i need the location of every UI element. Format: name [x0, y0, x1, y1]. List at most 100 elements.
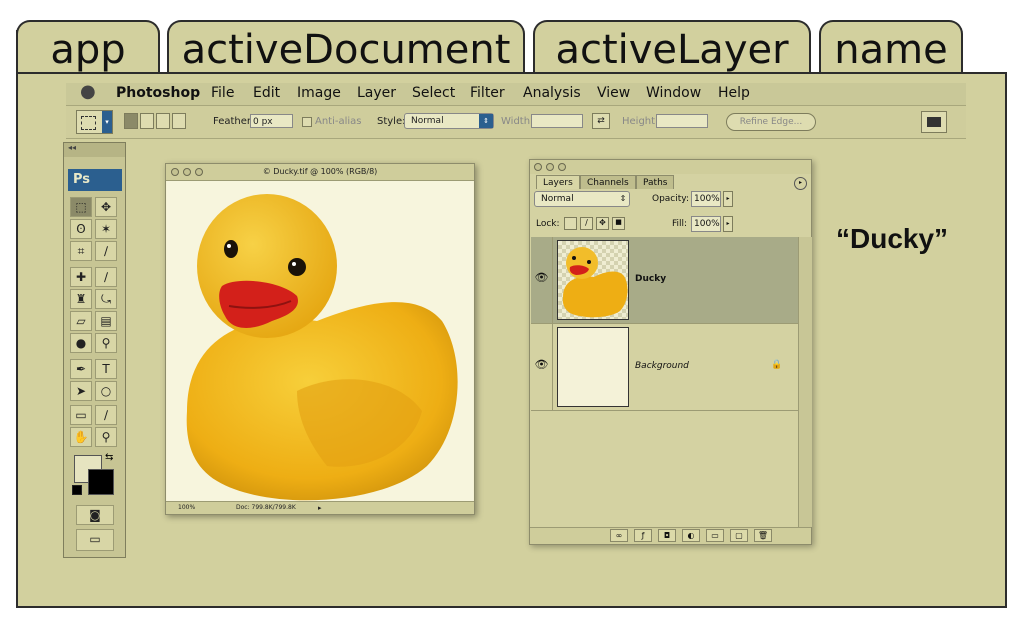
menu-view[interactable]: View	[597, 85, 630, 101]
fill-slider-icon[interactable]: ▸	[723, 216, 733, 232]
pen-tool-icon[interactable]: ✒	[70, 359, 92, 379]
feather-input[interactable]: 0 px	[250, 114, 293, 128]
swap-icon[interactable]: ⇄	[592, 113, 610, 129]
gradient-tool-icon[interactable]: ▤	[95, 311, 117, 331]
width-input[interactable]	[531, 114, 583, 128]
lock-transparency-icon[interactable]	[564, 217, 577, 230]
close-icon[interactable]	[534, 163, 542, 171]
menu-photoshop[interactable]: Photoshop	[116, 85, 200, 101]
brush-tool-icon[interactable]: ∕	[95, 267, 117, 287]
visibility-eye-icon[interactable]: 👁	[531, 324, 553, 410]
chevron-down-icon: ▾	[102, 111, 112, 133]
dodge-tool-icon[interactable]: ⚲	[95, 333, 117, 353]
tab-paths[interactable]: Paths	[636, 175, 675, 189]
swap-colors-icon[interactable]: ⇆	[105, 452, 113, 463]
zoom-tool-icon[interactable]: ⚲	[95, 427, 117, 447]
marquee-tool-icon[interactable]: ⬚	[70, 197, 92, 217]
menu-filter[interactable]: Filter	[470, 85, 505, 101]
layer-mask-icon[interactable]: ◘	[658, 529, 676, 542]
height-input[interactable]	[656, 114, 708, 128]
marquee-preset-button[interactable]: ▾	[76, 110, 113, 134]
close-icon[interactable]	[171, 168, 179, 176]
link-layers-icon[interactable]: ∞	[610, 529, 628, 542]
menu-select[interactable]: Select	[412, 85, 455, 101]
layer-name-ducky[interactable]: Ducky	[635, 274, 666, 284]
menu-window[interactable]: Window	[646, 85, 701, 101]
default-colors-icon[interactable]	[72, 485, 82, 495]
menu-file[interactable]: File	[211, 85, 234, 101]
eyedropper-icon[interactable]: ∕	[95, 405, 117, 425]
magic-wand-icon[interactable]: ✶	[95, 219, 117, 239]
subtract-selection-button[interactable]	[156, 113, 170, 129]
path-select-icon[interactable]: ➤	[70, 381, 92, 401]
chevron-updown-icon: ⇕	[619, 194, 627, 203]
intersect-selection-button[interactable]	[172, 113, 186, 129]
crop-tool-icon[interactable]: ⌗	[70, 241, 92, 261]
visibility-eye-icon[interactable]: 👁	[531, 237, 553, 323]
tab-channels[interactable]: Channels	[580, 175, 636, 189]
move-tool-icon[interactable]: ✥	[95, 197, 117, 217]
menu-edit[interactable]: Edit	[253, 85, 280, 101]
lock-label: Lock:	[536, 219, 560, 229]
quick-mask-icon[interactable]: ◙	[76, 505, 114, 525]
notes-tool-icon[interactable]: ▭	[70, 405, 92, 425]
panel-menu-icon[interactable]: ▸	[794, 177, 807, 190]
layer-row-background[interactable]: 👁 Background 🔒	[531, 324, 798, 411]
zoom-level[interactable]: 100%	[178, 502, 195, 514]
status-arrow-icon[interactable]: ▸	[318, 502, 322, 514]
layer-style-icon[interactable]: ƒ	[634, 529, 652, 542]
apple-icon[interactable]: ●	[80, 81, 96, 102]
document-canvas[interactable]	[167, 181, 473, 502]
layer-row-ducky[interactable]: 👁 Ducky	[531, 237, 798, 324]
new-group-icon[interactable]: ▭	[706, 529, 724, 542]
screen-mode-icon[interactable]: ▭	[76, 529, 114, 551]
zoom-window-icon[interactable]	[558, 163, 566, 171]
add-selection-button[interactable]	[140, 113, 154, 129]
blend-mode-select[interactable]: Normal ⇕	[534, 191, 630, 207]
history-brush-icon[interactable]: ⤿	[95, 289, 117, 309]
opacity-slider-icon[interactable]: ▸	[723, 191, 733, 207]
minimize-icon[interactable]	[183, 168, 191, 176]
blur-tool-icon[interactable]: ●	[70, 333, 92, 353]
tools-panel-header[interactable]: ◂◂	[64, 143, 125, 157]
bridge-icon[interactable]	[921, 111, 947, 133]
zoom-window-icon[interactable]	[195, 168, 203, 176]
lock-position-icon[interactable]: ✥	[596, 217, 609, 230]
shape-tool-icon[interactable]: ○	[95, 381, 117, 401]
menu-layer[interactable]: Layer	[357, 85, 396, 101]
blend-mode-value: Normal	[541, 194, 574, 204]
layer-name-background[interactable]: Background	[635, 361, 689, 371]
menu-image[interactable]: Image	[297, 85, 341, 101]
layers-titlebar[interactable]	[530, 160, 811, 174]
adjustment-layer-icon[interactable]: ◐	[682, 529, 700, 542]
type-tool-icon[interactable]: T	[95, 359, 117, 379]
lock-pixels-icon[interactable]: ∕	[580, 217, 593, 230]
lasso-tool-icon[interactable]: ʘ	[70, 219, 92, 239]
eraser-tool-icon[interactable]: ▱	[70, 311, 92, 331]
layers-scrollbar[interactable]	[798, 237, 812, 527]
fill-label: Fill:	[672, 219, 688, 229]
lock-all-icon[interactable]: ■	[612, 217, 625, 230]
clone-stamp-icon[interactable]: ♜	[70, 289, 92, 309]
background-color-swatch[interactable]	[88, 469, 114, 495]
minimize-icon[interactable]	[546, 163, 554, 171]
menu-analysis[interactable]: Analysis	[523, 85, 581, 101]
slice-tool-icon[interactable]: ∕	[95, 241, 117, 261]
document-titlebar[interactable]: © Ducky.tif @ 100% (RGB/8)	[166, 164, 474, 181]
hand-tool-icon[interactable]: ✋	[70, 427, 92, 447]
marquee-icon	[81, 116, 96, 130]
opacity-label: Opacity:	[652, 194, 689, 204]
trash-icon[interactable]: 🗑	[754, 529, 772, 542]
new-layer-icon[interactable]: ▢	[730, 529, 748, 542]
document-window: © Ducky.tif @ 100% (RGB/8) 100% Doc: 799…	[165, 163, 475, 515]
new-selection-button[interactable]	[124, 113, 138, 129]
fill-input[interactable]: 100%	[691, 216, 721, 232]
antialias-checkbox[interactable]	[302, 117, 312, 127]
tab-layers[interactable]: Layers	[536, 175, 580, 189]
style-select[interactable]: Normal ⇕	[404, 113, 494, 129]
refine-edge-button[interactable]: Refine Edge...	[726, 113, 816, 131]
active-layer-name-annotation: “Ducky”	[836, 223, 949, 254]
menu-help[interactable]: Help	[718, 85, 750, 101]
opacity-input[interactable]: 100%	[691, 191, 721, 207]
healing-brush-icon[interactable]: ✚	[70, 267, 92, 287]
